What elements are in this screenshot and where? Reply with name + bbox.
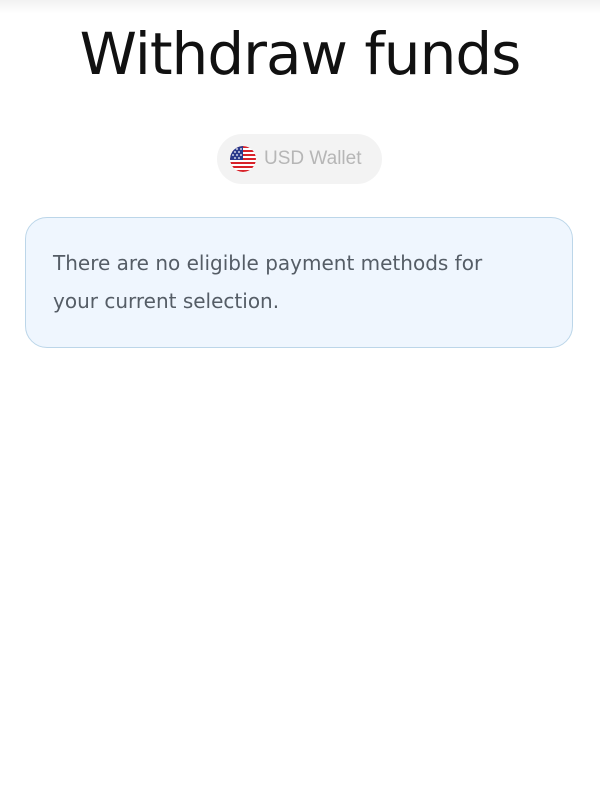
header-shadow bbox=[0, 0, 600, 14]
wallet-selector-chip[interactable]: USD Wallet bbox=[217, 134, 382, 184]
no-payment-methods-notice: There are no eligible payment methods fo… bbox=[25, 217, 573, 348]
wallet-label: USD Wallet bbox=[264, 148, 362, 169]
notice-message: There are no eligible payment methods fo… bbox=[53, 251, 483, 313]
withdraw-page: Withdraw funds USD Wallet There are no e… bbox=[0, 0, 600, 800]
page-title: Withdraw funds bbox=[79, 20, 522, 88]
us-flag-icon bbox=[230, 146, 256, 172]
